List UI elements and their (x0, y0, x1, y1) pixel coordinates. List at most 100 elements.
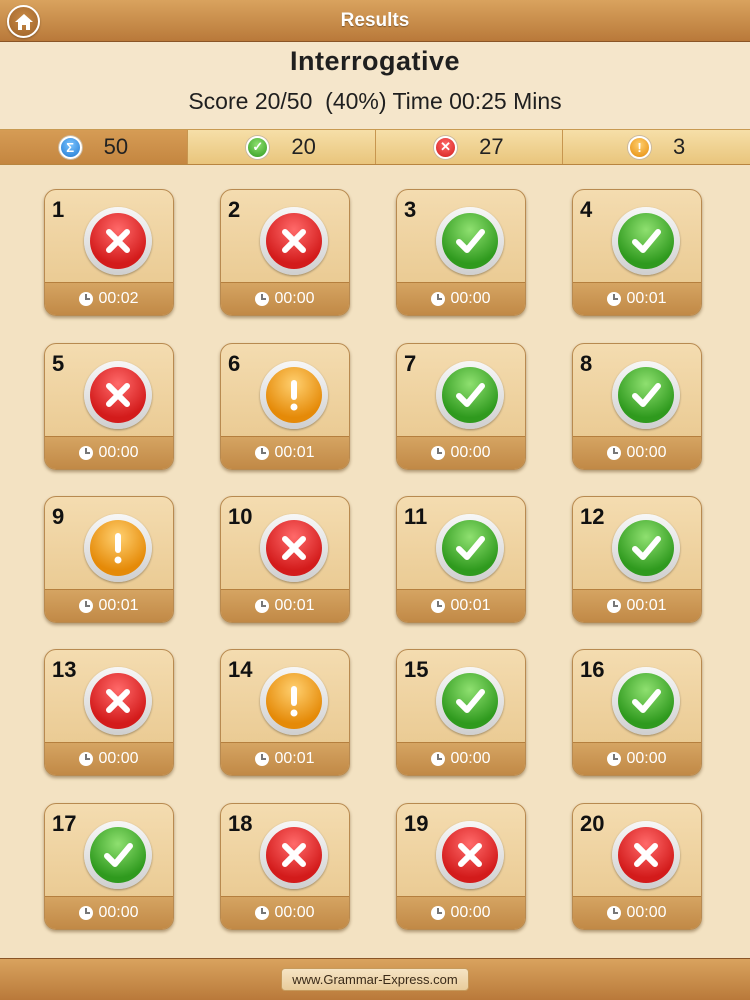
clock-icon (79, 446, 94, 460)
question-tile[interactable]: 8 00:00 (572, 343, 702, 470)
question-tile[interactable]: 12 00:01 (572, 496, 702, 623)
stat-total-value: 50 (103, 134, 129, 159)
time-footer: 00:01 (221, 436, 349, 469)
question-tile[interactable]: 11 00:01 (396, 496, 526, 623)
question-number: 5 (52, 351, 65, 376)
time-footer: 00:01 (397, 589, 525, 622)
stat-wrong-value: 27 (479, 134, 504, 159)
question-tile[interactable]: 13 00:00 (44, 649, 174, 776)
question-time: 00:00 (626, 444, 667, 461)
question-tile[interactable]: 20 00:00 (572, 803, 702, 930)
result-badge (260, 821, 328, 889)
x-icon (266, 213, 322, 269)
time-footer: 00:00 (45, 742, 173, 775)
question-tile[interactable]: 7 00:00 (396, 343, 526, 470)
stat-total[interactable]: Σ 50 (0, 130, 188, 164)
quiz-title: Interrogative (289, 46, 461, 76)
website-link[interactable]: www.Grammar-Express.com (281, 968, 469, 991)
question-number: 20 (580, 811, 605, 836)
check-icon (442, 367, 498, 423)
time-footer: 00:00 (573, 742, 701, 775)
time-footer: 00:00 (573, 436, 701, 469)
question-number: 14 (228, 657, 253, 682)
clock-icon (255, 599, 270, 613)
check-icon (618, 367, 674, 423)
clock-icon (607, 906, 622, 920)
question-time: 00:00 (450, 290, 491, 307)
question-time: 00:00 (98, 750, 139, 767)
time-footer: 00:01 (573, 282, 701, 315)
question-time: 00:01 (274, 750, 315, 767)
time-footer: 00:01 (221, 589, 349, 622)
stat-skipped[interactable]: ! 3 (563, 130, 750, 164)
question-time: 00:00 (450, 750, 491, 767)
time-footer: 00:00 (573, 896, 701, 929)
time-footer: 00:01 (45, 589, 173, 622)
question-time: 00:00 (626, 904, 667, 921)
question-tile[interactable]: 2 00:00 (220, 189, 350, 316)
result-badge (260, 514, 328, 582)
question-number: 12 (580, 504, 605, 529)
question-tile[interactable]: 18 00:00 (220, 803, 350, 930)
exclamation-icon: ! (628, 135, 651, 159)
check-icon (442, 213, 498, 269)
time-text: Time 00:25 Mins (392, 88, 562, 114)
question-tile[interactable]: 9 00:01 (44, 496, 174, 623)
result-badge (436, 667, 504, 735)
clock-icon (431, 599, 446, 613)
result-badge (84, 207, 152, 275)
clock-icon (255, 906, 270, 920)
question-tile[interactable]: 14 00:01 (220, 649, 350, 776)
question-number: 9 (52, 504, 65, 529)
stat-correct[interactable]: ✓ 20 (188, 130, 376, 164)
screen-title: Results (340, 9, 410, 31)
clock-icon (607, 599, 622, 613)
question-tile[interactable]: 16 00:00 (572, 649, 702, 776)
time-footer: 00:02 (45, 282, 173, 315)
question-tile[interactable]: 1 00:02 (44, 189, 174, 316)
result-badge (436, 821, 504, 889)
question-tile[interactable]: 4 00:01 (572, 189, 702, 316)
question-time: 00:01 (626, 597, 667, 614)
result-badge (84, 821, 152, 889)
question-tile[interactable]: 6 00:01 (220, 343, 350, 470)
time-footer: 00:00 (397, 896, 525, 929)
question-number: 4 (580, 197, 593, 222)
exclamation-icon (266, 367, 322, 423)
time-footer: 00:00 (45, 436, 173, 469)
stat-wrong[interactable]: ✕ 27 (376, 130, 564, 164)
question-tile[interactable]: 10 00:01 (220, 496, 350, 623)
question-number: 17 (52, 811, 77, 836)
question-tile[interactable]: 17 00:00 (44, 803, 174, 930)
question-number: 8 (580, 351, 593, 376)
result-badge (436, 207, 504, 275)
clock-icon (431, 906, 446, 920)
question-number: 18 (228, 811, 253, 836)
check-icon (442, 673, 498, 729)
question-time: 00:00 (98, 904, 139, 921)
clock-icon (607, 752, 622, 766)
time-footer: 00:00 (221, 896, 349, 929)
question-number: 15 (404, 657, 429, 682)
question-tile[interactable]: 5 00:00 (44, 343, 174, 470)
question-tile[interactable]: 3 00:00 (396, 189, 526, 316)
result-badge (84, 361, 152, 429)
x-icon (90, 213, 146, 269)
question-time: 00:01 (626, 290, 667, 307)
clock-icon (431, 292, 446, 306)
question-number: 11 (404, 504, 428, 529)
question-time: 00:02 (98, 290, 139, 307)
home-button[interactable] (7, 5, 40, 38)
percent-text: (40%) (312, 88, 393, 114)
question-tile[interactable]: 15 00:00 (396, 649, 526, 776)
question-number: 13 (52, 657, 77, 682)
clock-icon (607, 446, 622, 460)
question-tile[interactable]: 19 00:00 (396, 803, 526, 930)
question-number: 16 (580, 657, 605, 682)
clock-icon (607, 292, 622, 306)
top-bar: Results (0, 0, 750, 42)
question-time: 00:01 (274, 444, 315, 461)
check-icon (442, 520, 498, 576)
check-icon (618, 520, 674, 576)
question-time: 00:00 (626, 750, 667, 767)
